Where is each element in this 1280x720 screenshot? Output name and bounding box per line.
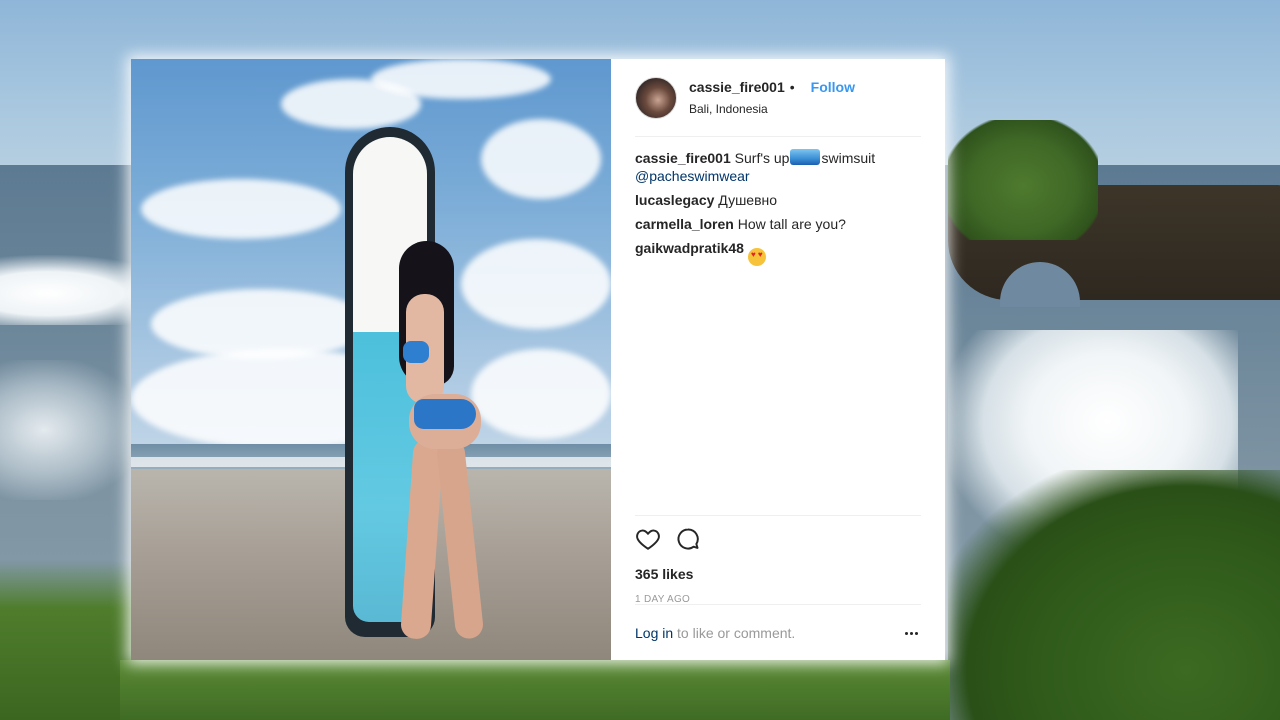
login-link[interactable]: Log in [635,625,673,641]
heart-outline-icon[interactable] [635,526,661,552]
comment-username[interactable]: gaikwadpratik48 [635,240,744,256]
instagram-post-card: cassie_fire001 • Follow Bali, Indonesia … [131,59,945,660]
photo-cloud [371,59,551,99]
caption-text-after: swimsuit [821,150,876,166]
caption-comment: cassie_fire001 Surf's up swimsuit @paches… [635,149,925,185]
background-grass-bottom [120,660,950,720]
comments-list: cassie_fire001 Surf's up swimsuit @paches… [635,149,925,272]
login-prompt-text: to like or comment. [673,625,796,641]
caption-mention[interactable]: @pacheswimwear [635,168,750,184]
comment-text: Душевно [718,192,778,208]
action-icons [635,526,921,552]
header-text: cassie_fire001 • Follow Bali, Indonesia [689,79,855,116]
photo-cloud [481,119,601,199]
photo-cloud [471,349,611,439]
comment-text: How tall are you? [737,216,846,232]
username-row: cassie_fire001 • Follow [689,79,855,95]
person-bikini-bottom [414,399,476,429]
list-item: gaikwadpratik48 ♥ ♥ [635,239,925,266]
background-bush-right [948,470,1280,720]
post-sidebar: cassie_fire001 • Follow Bali, Indonesia … [611,59,945,660]
post-location[interactable]: Bali, Indonesia [689,102,855,116]
post-username[interactable]: cassie_fire001 [689,79,785,95]
photo-cloud [141,179,341,239]
comment-username[interactable]: lucaslegacy [635,192,714,208]
post-photo[interactable] [131,59,611,660]
list-item: carmella_loren How tall are you? [635,215,925,233]
list-item: lucaslegacy Душевно [635,191,925,209]
post-header: cassie_fire001 • Follow Bali, Indonesia [635,59,921,137]
photo-cloud [461,239,611,329]
avatar[interactable] [635,76,677,119]
post-footer: Log in to like or comment. [635,604,921,661]
background-grass-left [0,560,135,720]
comment-bubble-icon[interactable] [675,526,701,552]
background-surf-left-lower [0,360,140,500]
likes-count[interactable]: 365 likes [635,566,921,582]
surfer-wave-emoji-icon [790,149,821,165]
caption-username[interactable]: cassie_fire001 [635,150,731,166]
follow-button[interactable]: Follow [811,79,855,95]
comment-username[interactable]: carmella_loren [635,216,734,232]
heart-eyes-emoji-icon: ♥ ♥ [747,248,766,266]
login-prompt: Log in to like or comment. [635,625,795,641]
background-tree [948,120,1098,240]
caption-text: Surf's up [734,150,790,166]
more-options-icon[interactable] [901,623,921,643]
separator-dot: • [789,79,795,95]
person-bikini-top [403,341,429,363]
post-actions: 365 likes 1 DAY AGO [635,515,921,605]
